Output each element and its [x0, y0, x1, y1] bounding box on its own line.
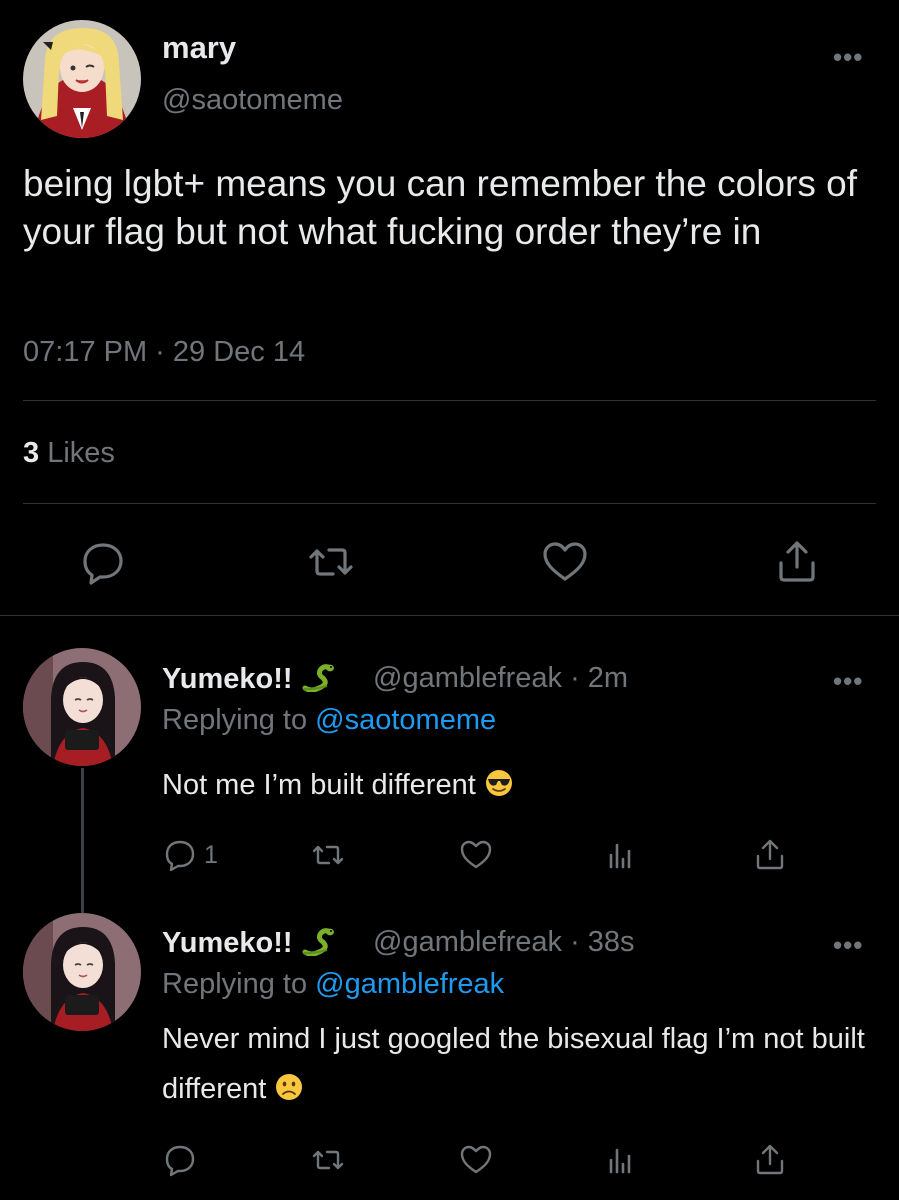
- like-button[interactable]: [540, 537, 590, 587]
- share-icon: [779, 541, 815, 582]
- reply-icon: [165, 1145, 195, 1177]
- sunglasses-emoji-icon: [484, 764, 514, 814]
- share-button[interactable]: [752, 837, 788, 873]
- share-button[interactable]: [772, 537, 822, 587]
- likes-count[interactable]: 3 Likes: [23, 437, 115, 470]
- avatar[interactable]: [23, 648, 141, 766]
- reply-button[interactable]: [162, 1142, 198, 1178]
- reply-icon: [83, 543, 123, 585]
- reply-text: Not me I’m built different: [162, 760, 872, 814]
- replying-to: Replying to @gamblefreak: [162, 968, 504, 1001]
- mention-link[interactable]: @gamblefreak: [315, 968, 504, 1000]
- analytics-button[interactable]: [603, 837, 639, 873]
- share-icon: [756, 1144, 784, 1175]
- avatar[interactable]: [23, 20, 141, 138]
- reply-button[interactable]: 1: [162, 837, 218, 873]
- snake-icon: [301, 662, 335, 700]
- reply-text: Never mind I just googled the bisexual f…: [162, 1014, 872, 1118]
- mention-link[interactable]: @saotomeme: [315, 704, 496, 736]
- reply-display-name[interactable]: Yumeko!!: [162, 926, 335, 964]
- like-button[interactable]: [458, 837, 494, 873]
- reply-handle-time[interactable]: @gamblefreak · 38s: [373, 926, 635, 959]
- retweet-button[interactable]: [306, 537, 356, 587]
- analytics-icon: [609, 843, 631, 869]
- retweet-button[interactable]: [310, 837, 346, 873]
- reply-text-content: Not me I’m built different: [162, 769, 476, 801]
- analytics-icon: [609, 1148, 631, 1174]
- reply-display-name-text: Yumeko!!: [162, 663, 293, 695]
- divider: [0, 615, 899, 616]
- avatar[interactable]: [23, 913, 141, 1031]
- reply-display-name[interactable]: Yumeko!!: [162, 662, 335, 700]
- more-options-icon[interactable]: •••: [833, 668, 863, 694]
- tweet-text: being lgbt+ means you can remember the c…: [23, 163, 857, 252]
- thread-connector: [81, 768, 84, 913]
- timestamp[interactable]: 07:17 PM · 29 Dec 14: [23, 336, 305, 369]
- likes-number: 3: [23, 437, 40, 469]
- retweet-icon: [312, 845, 344, 865]
- tweet-thread: mary @saotomeme ••• being lgbt+ means yo…: [0, 0, 899, 1200]
- retweet-button[interactable]: [310, 1142, 346, 1178]
- replying-to: Replying to @saotomeme: [162, 704, 496, 737]
- heart-icon: [543, 542, 587, 581]
- retweet-icon: [312, 1150, 344, 1170]
- replying-prefix: Replying to: [162, 968, 308, 1000]
- snake-icon: [301, 926, 335, 964]
- likes-label: Likes: [47, 437, 115, 469]
- reply-display-name-text: Yumeko!!: [162, 927, 293, 959]
- reply-icon: [165, 840, 195, 872]
- reply-count: 1: [204, 840, 218, 869]
- analytics-button[interactable]: [603, 1142, 639, 1178]
- replying-prefix: Replying to: [162, 704, 308, 736]
- display-name[interactable]: mary: [162, 30, 236, 66]
- heart-icon: [460, 840, 492, 869]
- share-icon: [756, 839, 784, 870]
- like-button[interactable]: [458, 1142, 494, 1178]
- reply-handle-time[interactable]: @gamblefreak · 2m: [373, 662, 628, 695]
- retweet-icon: [309, 548, 353, 576]
- more-options-icon[interactable]: •••: [833, 44, 863, 70]
- reply-text-content: Never mind I just googled the bisexual f…: [162, 1023, 865, 1105]
- divider: [23, 503, 876, 504]
- reply-button[interactable]: [78, 537, 128, 587]
- slightly-frowning-face-icon: [274, 1068, 304, 1118]
- more-options-icon[interactable]: •••: [833, 932, 863, 958]
- handle[interactable]: @saotomeme: [162, 84, 343, 117]
- heart-icon: [460, 1145, 492, 1174]
- share-button[interactable]: [752, 1142, 788, 1178]
- divider: [23, 400, 876, 401]
